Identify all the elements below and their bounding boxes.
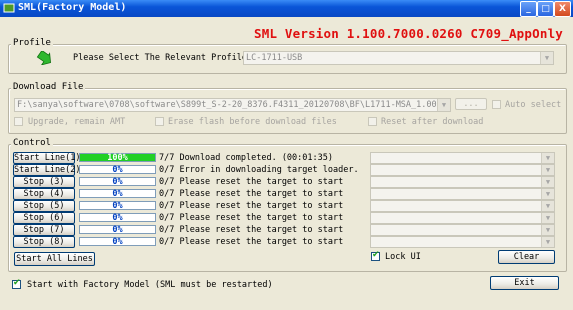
progress-percent: 0% [112,225,123,235]
line-button-4[interactable]: Stop (4) [13,188,75,200]
chevron-down-icon: ▼ [540,52,553,64]
line-port-select[interactable]: ▼ [370,152,555,164]
progress-percent: 0% [112,201,123,211]
green-arrow-icon [36,51,51,65]
progress-bar: 0% [79,189,156,199]
chevron-down-icon: ▼ [541,201,554,211]
chevron-down-icon: ▼ [541,177,554,187]
progress-bar: 0% [79,201,156,211]
progress-bar: 100% [79,153,156,163]
chevron-down-icon: ▼ [541,165,554,175]
line-status: 0/7 Please reset the target to start [159,225,344,235]
line-port-select[interactable]: ▼ [370,164,555,176]
progress-percent: 100% [107,153,128,163]
erase-flash-checkbox[interactable] [155,117,164,126]
app-icon [3,3,15,13]
line-port-select[interactable]: ▼ [370,176,555,188]
progress-bar: 0% [79,165,156,175]
progress-bar: 0% [79,225,156,235]
line-port-select[interactable]: ▼ [370,200,555,212]
line-status: 0/7 Please reset the target to start [159,201,344,211]
erase-flash-label: Erase flash before download files [168,117,337,127]
download-file-select[interactable]: F:\sanya\software\0708\software\S899t_S-… [14,98,451,112]
line-button-3[interactable]: Stop (3) [13,176,75,188]
chevron-down-icon: ▼ [541,213,554,223]
line-button-5[interactable]: Stop (5) [13,200,75,212]
progress-bar: 0% [79,177,156,187]
lock-ui-label: Lock UI [385,252,421,262]
line-status: 0/7 Error in downloading target loader. [159,165,359,175]
progress-percent: 0% [112,177,123,187]
line-port-select[interactable]: ▼ [370,212,555,224]
window-title: SML(Factory Model) [18,2,127,13]
download-file-path: F:\sanya\software\0708\software\S899t_S-… [17,100,437,110]
progress-bar: 0% [79,213,156,223]
profile-select[interactable]: LC-1711-USB ▼ [243,51,554,65]
line-button-6[interactable]: Stop (6) [13,212,75,224]
close-button[interactable]: X [554,1,571,17]
progress-percent: 0% [112,213,123,223]
line-status: 0/7 Please reset the target to start [159,213,344,223]
profile-group-label: Profile [11,38,53,48]
profile-prompt: Please Select The Relevant Profile [73,53,247,63]
upgrade-label: Upgrade, remain AMT [28,117,126,127]
factory-model-checkbox[interactable]: ✔ [12,278,21,289]
reset-after-label: Reset after download [381,117,484,127]
clear-button[interactable]: Clear [498,250,555,264]
app-window: SML(Factory Model) _ □ X SML Version 1.1… [0,0,573,310]
chevron-down-icon: ▼ [541,153,554,163]
line-port-select[interactable]: ▼ [370,224,555,236]
version-label: SML Version 1.100.7000.0260 C709_AppOnly [254,26,564,41]
line-status: 0/7 Please reset the target to start [159,237,344,247]
progress-bar: 0% [79,237,156,247]
upgrade-checkbox[interactable] [14,117,23,126]
title-bar[interactable]: SML(Factory Model) _ □ X [0,0,573,17]
browse-button[interactable]: ... [455,98,487,110]
chevron-down-icon: ▼ [541,189,554,199]
minimize-button[interactable]: _ [520,1,537,17]
line-port-select[interactable]: ▼ [370,236,555,248]
progress-percent: 0% [112,189,123,199]
chevron-down-icon: ▼ [437,99,450,111]
factory-model-label: Start with Factory Model (SML must be re… [27,280,273,290]
exit-button[interactable]: Exit [490,276,559,290]
chevron-down-icon: ▼ [541,237,554,247]
line-status: 0/7 Please reset the target to start [159,177,344,187]
line-button-2[interactable]: Start Line(2) [13,164,81,176]
chevron-down-icon: ▼ [541,225,554,235]
start-all-lines-button[interactable]: Start All Lines [14,252,95,266]
progress-percent: 0% [112,165,123,175]
line-status: 0/7 Please reset the target to start [159,189,344,199]
lock-ui-checkbox[interactable]: ✔ [371,250,380,261]
control-group-label: Control [11,138,53,148]
reset-after-checkbox[interactable] [368,117,377,126]
profile-select-value: LC-1711-USB [246,53,303,63]
line-button-1[interactable]: Start Line(1) [13,152,81,164]
auto-select-label: Auto select [505,100,562,110]
auto-select-checkbox[interactable] [492,100,501,109]
maximize-button[interactable]: □ [537,1,554,17]
line-status: 7/7 Download completed. (00:01:35) [159,153,333,163]
line-button-8[interactable]: Stop (8) [13,236,75,248]
line-port-select[interactable]: ▼ [370,188,555,200]
download-group-label: Download File [11,82,86,92]
line-button-7[interactable]: Stop (7) [13,224,75,236]
progress-percent: 0% [112,237,123,247]
